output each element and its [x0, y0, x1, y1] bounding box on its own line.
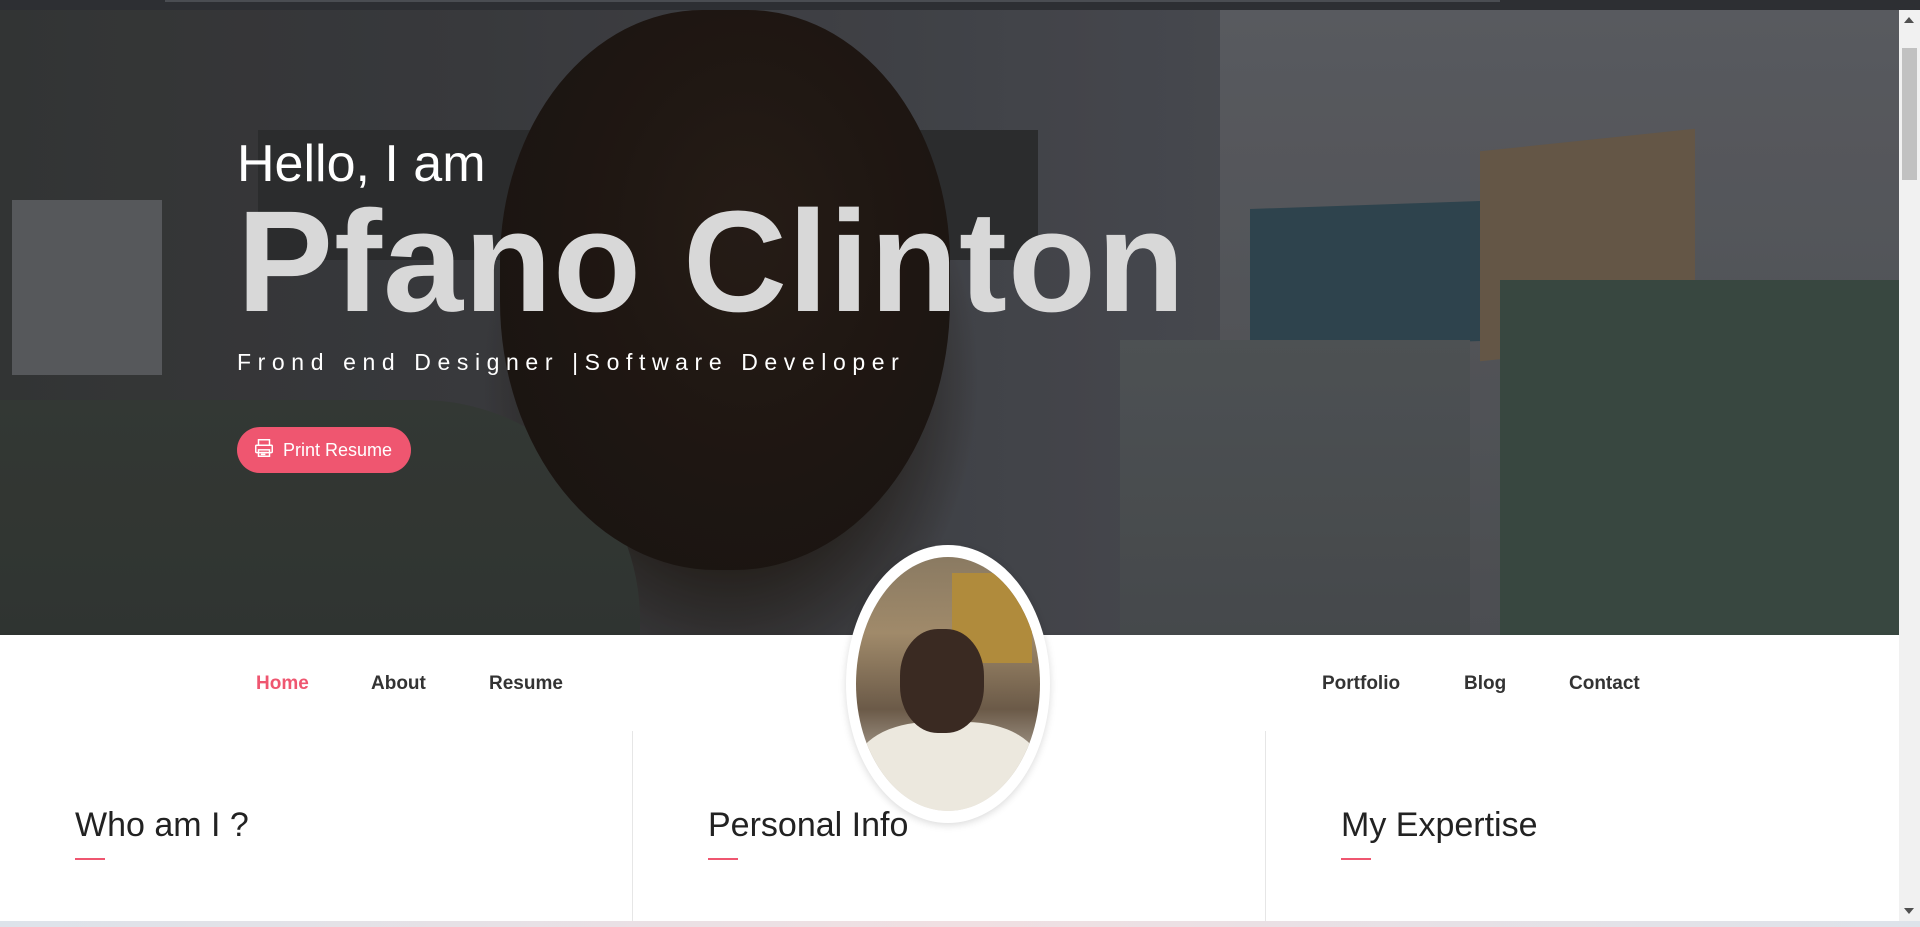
- scroll-down-arrow-icon[interactable]: [1904, 908, 1914, 914]
- nav-item-contact[interactable]: Contact: [1569, 673, 1640, 695]
- hero-tagline: Frond end Designer |Software Developer: [237, 349, 906, 375]
- my-expertise-section: My Expertise: [1265, 731, 1900, 921]
- profile-avatar-frame: [846, 545, 1050, 823]
- hero-name: Pfano Clinton: [237, 181, 1186, 342]
- scroll-up-arrow-icon[interactable]: [1904, 17, 1914, 23]
- nav-item-blog[interactable]: Blog: [1464, 673, 1506, 695]
- hero-banner: Hello, I am Pfano Clinton Frond end Desi…: [0, 10, 1899, 635]
- who-am-i-section: Who am I ?: [0, 731, 632, 921]
- avatar-shirt: [856, 722, 1040, 811]
- avatar-face: [900, 629, 984, 733]
- print-resume-button[interactable]: Print Resume: [237, 427, 411, 473]
- scrollbar-thumb[interactable]: [1902, 48, 1917, 180]
- section-title-who-am-i: Who am I ?: [75, 806, 249, 844]
- section-underline: [75, 858, 105, 860]
- page-bottom-edge: [0, 921, 1920, 927]
- print-resume-label: Print Resume: [283, 439, 393, 460]
- printer-icon: [253, 437, 275, 464]
- nav-item-resume[interactable]: Resume: [489, 673, 563, 695]
- browser-top-strip: [0, 0, 1920, 10]
- section-underline: [1341, 858, 1371, 860]
- nav-item-portfolio[interactable]: Portfolio: [1322, 673, 1400, 695]
- section-underline: [708, 858, 738, 860]
- nav-item-home[interactable]: Home: [256, 673, 309, 695]
- vertical-scrollbar[interactable]: [1899, 10, 1920, 921]
- nav-item-about[interactable]: About: [371, 673, 426, 695]
- section-title-my-expertise: My Expertise: [1341, 806, 1538, 844]
- section-title-personal-info: Personal Info: [708, 806, 909, 844]
- top-strip-highlight: [165, 0, 1500, 2]
- avatar: [856, 557, 1040, 811]
